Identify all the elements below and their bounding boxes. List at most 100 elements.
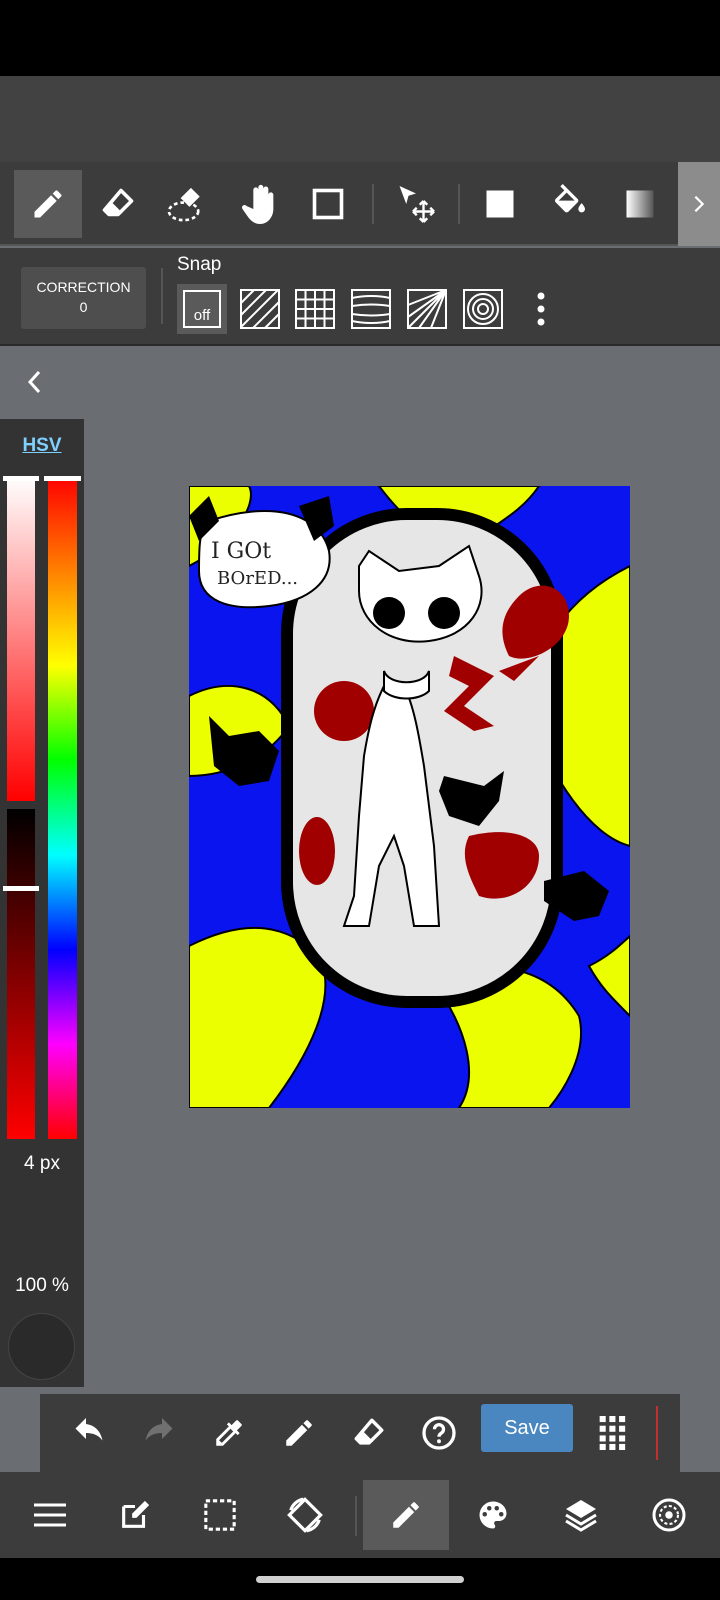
bucket-tool[interactable] — [536, 170, 604, 238]
bottom-toolbar: Save — [40, 1394, 680, 1472]
fill-rect-tool[interactable] — [466, 170, 534, 238]
value-handle[interactable] — [3, 886, 39, 891]
pen-tool[interactable] — [14, 170, 82, 238]
redo-button[interactable] — [132, 1406, 186, 1460]
redo-icon — [145, 1418, 173, 1441]
snap-label: Snap — [177, 254, 222, 275]
toolbar-divider — [458, 184, 460, 224]
concentric-circles-icon — [463, 289, 503, 329]
selection-icon — [204, 1499, 236, 1531]
red-spot — [314, 681, 374, 741]
snap-off-button[interactable]: off — [177, 284, 227, 334]
grid-dots-icon — [599, 1416, 626, 1450]
chevron-right-icon — [694, 195, 705, 213]
app-root: CORRECTION 0 Snap off HSV 4 px 100 % I G… — [0, 0, 720, 1600]
palette-button[interactable] — [460, 1482, 526, 1548]
snap-bar: CORRECTION 0 Snap off — [0, 248, 720, 346]
layers-icon — [565, 1500, 597, 1532]
dotted-eraser-icon — [167, 187, 200, 222]
menu-button[interactable] — [17, 1482, 83, 1548]
gradient-tool[interactable] — [606, 170, 674, 238]
red-spot — [299, 817, 335, 885]
snap-off-label: off — [193, 307, 211, 324]
snap-grid-button[interactable] — [290, 284, 340, 334]
saturation-slider[interactable] — [7, 476, 35, 801]
hand-tool[interactable] — [226, 170, 294, 238]
color-panel: HSV 4 px 100 % — [0, 419, 84, 1387]
snap-parallel-button[interactable] — [235, 284, 285, 334]
save-button[interactable]: Save — [481, 1404, 573, 1452]
color-indicator-line — [656, 1406, 658, 1460]
snap-radial-button[interactable] — [402, 284, 452, 334]
material-icon — [652, 1498, 686, 1532]
filled-square-icon — [486, 190, 514, 218]
app-bar — [0, 76, 720, 162]
shape-tool[interactable] — [294, 170, 362, 238]
snap-curve-button[interactable] — [346, 284, 396, 334]
rotate-button[interactable] — [272, 1482, 338, 1548]
radial-lines-icon — [407, 289, 447, 329]
undo-button[interactable] — [62, 1406, 116, 1460]
rotate-icon — [287, 1497, 323, 1533]
devil-eye — [373, 597, 405, 629]
drawing-canvas[interactable]: I GOt BOrED... — [189, 486, 630, 1108]
menu-icon — [34, 1503, 66, 1527]
snap-more-button[interactable] — [516, 284, 566, 334]
speech-text-line2: BOrED... — [217, 568, 298, 589]
saturation-handle[interactable] — [3, 476, 39, 481]
square-outline-icon — [312, 188, 344, 220]
eraser-tool[interactable] — [84, 170, 152, 238]
selection-eraser-tool[interactable] — [154, 170, 222, 238]
speech-text-line1: I GOt — [211, 539, 271, 564]
opacity-label[interactable]: 100 % — [0, 1275, 84, 1297]
undo-icon — [75, 1418, 103, 1441]
help-icon — [422, 1416, 456, 1450]
snap-circle-button[interactable] — [458, 284, 508, 334]
hand-icon — [242, 184, 274, 224]
parallel-lines-icon — [240, 289, 280, 329]
layers-button[interactable] — [548, 1482, 614, 1548]
gesture-bar — [0, 1558, 720, 1600]
toolbar-more-button[interactable] — [678, 162, 720, 246]
tool-bar — [0, 162, 720, 246]
help-button[interactable] — [412, 1406, 466, 1460]
brush-size-label[interactable]: 4 px — [0, 1153, 84, 1175]
grid-menu-button[interactable] — [586, 1406, 640, 1460]
snap-off-icon: off — [183, 290, 221, 328]
eyedropper-button[interactable] — [202, 1406, 256, 1460]
bottom-nav — [0, 1472, 720, 1558]
pencil-button[interactable] — [272, 1406, 326, 1460]
home-indicator[interactable] — [256, 1576, 464, 1583]
move-arrow-icon — [399, 186, 435, 223]
collapse-panel-button[interactable] — [18, 362, 52, 402]
brush-icon — [393, 1502, 419, 1528]
correction-button[interactable]: CORRECTION 0 — [21, 267, 146, 329]
palette-icon — [479, 1501, 507, 1529]
edit-icon — [122, 1500, 150, 1528]
eraser-icon — [102, 188, 134, 217]
hsv-mode-link[interactable]: HSV — [0, 435, 84, 457]
more-vertical-icon — [537, 292, 545, 326]
eyedropper-icon — [216, 1420, 242, 1446]
correction-label: CORRECTION — [36, 279, 131, 295]
snap-divider — [161, 268, 163, 324]
pencil-icon — [286, 1420, 312, 1446]
chevron-left-icon — [27, 370, 41, 394]
grid-icon — [295, 289, 335, 329]
current-color-swatch[interactable] — [8, 1313, 75, 1380]
toolbar-divider — [372, 184, 374, 224]
selection-button[interactable] — [187, 1482, 253, 1548]
hue-slider[interactable] — [48, 476, 77, 1139]
devil-eye — [428, 597, 460, 629]
value-slider[interactable] — [7, 809, 35, 1139]
move-tool[interactable] — [382, 170, 450, 238]
status-bar — [0, 0, 720, 76]
edit-button[interactable] — [102, 1482, 168, 1548]
hue-handle[interactable] — [44, 476, 81, 481]
eraser-icon — [354, 1418, 384, 1445]
material-button[interactable] — [636, 1482, 702, 1548]
gradient-icon — [626, 190, 654, 218]
nav-divider — [355, 1496, 357, 1536]
eraser-button[interactable] — [342, 1406, 396, 1460]
brush-button[interactable] — [363, 1480, 449, 1550]
